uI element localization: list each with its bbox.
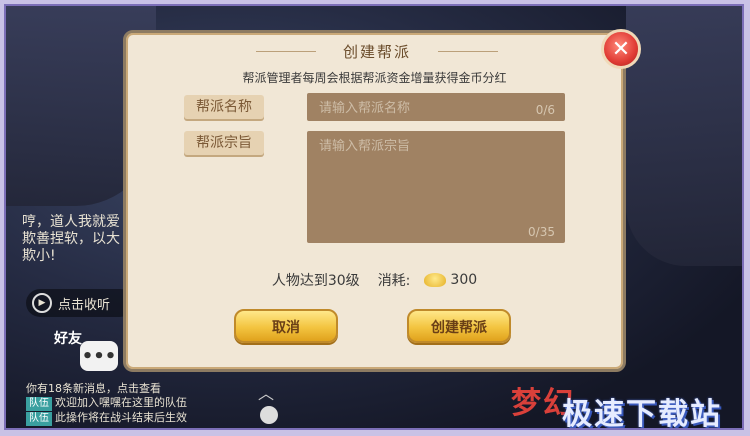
guild-purpose-counter: 0/35: [528, 225, 555, 239]
cost-value: 300: [450, 272, 478, 288]
chat-log-text: 你有18条新消息，点击查看: [26, 382, 161, 395]
level-requirement: 人物达到30级: [271, 273, 360, 289]
chat-icon[interactable]: •••: [80, 341, 118, 371]
listen-button[interactable]: ▶ 点击收听: [26, 289, 134, 317]
chat-log-line: 你有18条新消息，点击查看: [26, 382, 266, 396]
guild-name-input[interactable]: 请输入帮派名称 0/6: [307, 93, 565, 121]
create-guild-button[interactable]: 创建帮派: [407, 309, 511, 343]
cost-label: 消耗:: [377, 273, 411, 289]
guild-name-placeholder: 请输入帮派名称: [319, 101, 411, 116]
channel-tag: 队伍: [26, 412, 52, 426]
watermark: 极速下载站: [562, 397, 722, 430]
emoji-icon[interactable]: [260, 406, 278, 424]
close-icon[interactable]: ✕: [601, 29, 641, 69]
guild-purpose-placeholder: 请输入帮派宗旨: [319, 139, 411, 154]
chat-log-text: 此操作将在战斗结束后生效: [55, 411, 187, 424]
expand-chat-icon[interactable]: ︿: [258, 380, 274, 404]
play-icon: ▶: [32, 293, 52, 313]
chat-log-line: 队伍 欢迎加入嘿嘿在这里的队伍: [26, 396, 266, 411]
dialog-subtitle: 帮派管理者每周会根据帮派资金增量获得金币分红: [242, 71, 507, 85]
scene-rock: [626, 6, 742, 266]
guild-purpose-input[interactable]: 请输入帮派宗旨 0/35: [307, 131, 565, 243]
requirement-row: 人物达到30级 消耗: 300: [126, 270, 623, 290]
chat-log-text: 欢迎加入嘿嘿在这里的队伍: [55, 396, 187, 409]
friends-button[interactable]: 好友: [54, 328, 82, 348]
dialog-title: 创建帮派: [256, 41, 498, 63]
cancel-button[interactable]: 取消: [234, 309, 338, 343]
gold-ingot-icon: [424, 273, 447, 287]
chat-log[interactable]: 你有18条新消息，点击查看 队伍 欢迎加入嘿嘿在这里的队伍 队伍 此操作将在战斗结束…: [26, 382, 266, 426]
chat-log-line: 队伍 此操作将在战斗结束后生效: [26, 411, 266, 426]
channel-tag: 队伍: [26, 397, 52, 411]
create-guild-dialog: 创建帮派 帮派管理者每周会根据帮派资金增量获得金币分红 帮派名称 请输入帮派名称…: [123, 30, 626, 372]
guild-purpose-label: 帮派宗旨: [184, 131, 264, 155]
guild-name-label: 帮派名称: [184, 95, 264, 119]
guild-name-counter: 0/6: [535, 103, 555, 117]
listen-label: 点击收听: [58, 297, 111, 313]
